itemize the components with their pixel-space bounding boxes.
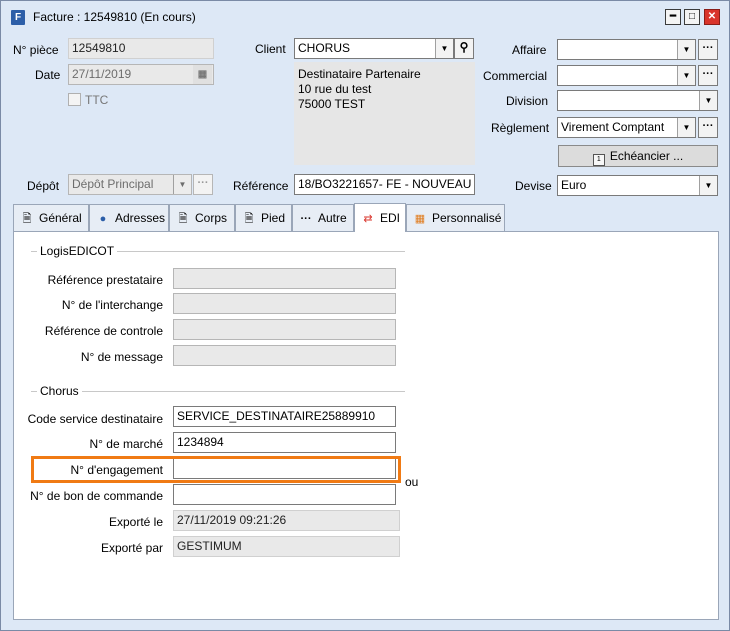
reference-label: Référence	[233, 179, 289, 193]
tab-label: Adresses	[115, 211, 166, 225]
exporte-le-field: 27/11/2019 09:21:26	[173, 510, 400, 531]
tab-adresses[interactable]: ● Adresses	[89, 204, 169, 232]
chevron-down-icon[interactable]: ▼	[677, 40, 695, 59]
code-service-label: Code service destinataire	[27, 412, 163, 426]
chevron-down-icon[interactable]: ▼	[699, 176, 717, 195]
message-label: N° de message	[80, 350, 163, 364]
chevron-down-icon: ▼	[173, 175, 191, 194]
chorus-title: Chorus	[37, 384, 82, 398]
chevron-down-icon[interactable]: ▼	[699, 91, 717, 110]
title-bar[interactable]: F Facture : 12549810 (En cours) ━ □ ✕	[1, 1, 729, 31]
devise-value: Euro	[561, 178, 587, 192]
tab-edi[interactable]: ⇄ EDI	[354, 203, 406, 232]
interchange-field	[173, 293, 396, 314]
window-title: Facture : 12549810 (En cours)	[33, 10, 196, 24]
ttc-checkbox[interactable]	[68, 93, 81, 106]
piece-label: N° pièce	[13, 43, 59, 57]
calendar-icon: 1	[592, 154, 605, 166]
tab-general[interactable]: 🗎 Général	[13, 204, 89, 232]
engagement-highlight	[31, 456, 401, 483]
ellipsis-icon: ···	[300, 213, 312, 225]
tab-label: EDI	[380, 211, 401, 225]
interchange-label: N° de l'interchange	[61, 298, 163, 312]
reglement-value: Virement Comptant	[561, 120, 665, 134]
document-icon: 🗎	[244, 213, 254, 225]
exchange-icon: ⇄	[363, 213, 373, 225]
chevron-down-icon[interactable]: ▼	[677, 66, 695, 85]
reglement-more-button[interactable]: ···	[698, 117, 718, 138]
code-service-input[interactable]: SERVICE_DESTINATAIRE25889910	[173, 406, 396, 427]
ref-prestataire-label: Référence prestataire	[47, 273, 163, 287]
affaire-more-button[interactable]: ···	[698, 39, 718, 60]
tab-label: Pied	[261, 211, 286, 225]
invoice-window: F Facture : 12549810 (En cours) ━ □ ✕ N°…	[0, 0, 730, 631]
calendar-icon: ▦	[193, 65, 212, 84]
document-icon: 🗎	[22, 213, 32, 225]
document-icon: 🗎	[178, 213, 188, 225]
client-address-box: Destinataire Partenaire 10 rue du test 7…	[294, 62, 475, 165]
reglement-label: Règlement	[491, 121, 550, 135]
tab-label: Général	[39, 211, 82, 225]
tab-autre[interactable]: ··· Autre	[292, 204, 354, 232]
client-search-button[interactable]: ⚲	[454, 38, 474, 59]
exporte-par-field: GESTIMUM	[173, 536, 400, 557]
logisedicot-title: LogisEDICOT	[37, 244, 118, 258]
affaire-select[interactable]: ▼	[557, 39, 696, 60]
client-label: Client	[255, 42, 286, 56]
echeancier-button[interactable]: 1 Echéancier ...	[558, 145, 718, 167]
close-button[interactable]: ✕	[704, 9, 720, 25]
marche-input[interactable]: 1234894	[173, 432, 396, 453]
marche-label: N° de marché	[89, 437, 164, 451]
reglement-select[interactable]: Virement Comptant ▼	[557, 117, 696, 138]
ttc-label: TTC	[85, 93, 109, 107]
minimize-button[interactable]: ━	[665, 9, 681, 25]
depot-label: Dépôt	[27, 179, 60, 193]
piece-field: 12549810	[68, 38, 214, 59]
commercial-select[interactable]: ▼	[557, 65, 696, 86]
bon-commande-label: N° de bon de commande	[30, 489, 163, 503]
depot-value: Dépôt Principal	[72, 177, 154, 191]
custom-icon: ▦	[414, 213, 426, 225]
exporte-le-label: Exporté le	[108, 515, 163, 529]
reference-input[interactable]: 18/BO3221657- FE - NOUVEAU H	[294, 174, 475, 195]
commercial-more-button[interactable]: ···	[698, 65, 718, 86]
tab-label: Personnalisé	[432, 211, 502, 225]
address-line: 75000 TEST	[298, 97, 366, 111]
chevron-down-icon[interactable]: ▼	[435, 39, 453, 58]
division-select[interactable]: ▼	[557, 90, 718, 111]
message-field	[173, 345, 396, 366]
ref-prestataire-field	[173, 268, 396, 289]
date-value: 27/11/2019	[72, 67, 132, 81]
tab-pied[interactable]: 🗎 Pied	[235, 204, 292, 232]
address-line: Destinataire Partenaire	[298, 67, 421, 81]
maximize-button[interactable]: □	[684, 9, 700, 25]
devise-select[interactable]: Euro ▼	[557, 175, 718, 196]
depot-more-button: ···	[193, 174, 213, 195]
exporte-par-label: Exporté par	[100, 541, 163, 555]
tab-label: Autre	[318, 211, 347, 225]
depot-select: Dépôt Principal ▼	[68, 174, 192, 195]
tab-personnalise[interactable]: ▦ Personnalisé	[406, 204, 505, 232]
devise-label: Devise	[515, 179, 552, 193]
date-label: Date	[35, 68, 61, 82]
bon-commande-input[interactable]	[173, 484, 396, 505]
address-line: 10 rue du test	[298, 82, 372, 96]
app-icon: F	[11, 10, 25, 25]
ref-controle-field	[173, 319, 396, 340]
client-value: CHORUS	[298, 41, 351, 55]
affaire-label: Affaire	[512, 43, 547, 57]
map-pin-icon: ●	[99, 213, 107, 225]
division-label: Division	[506, 94, 549, 108]
client-select[interactable]: CHORUS ▼	[294, 38, 454, 59]
echeancier-label: Echéancier ...	[609, 149, 684, 163]
tab-label: Corps	[195, 211, 228, 225]
chevron-down-icon[interactable]: ▼	[677, 118, 695, 137]
search-icon: ⚲	[459, 40, 469, 54]
commercial-label: Commercial	[483, 69, 548, 83]
group-divider	[31, 391, 405, 392]
tab-corps[interactable]: 🗎 Corps	[169, 204, 235, 232]
ou-label: ou	[405, 475, 419, 489]
ref-controle-label: Référence de controle	[44, 324, 163, 338]
